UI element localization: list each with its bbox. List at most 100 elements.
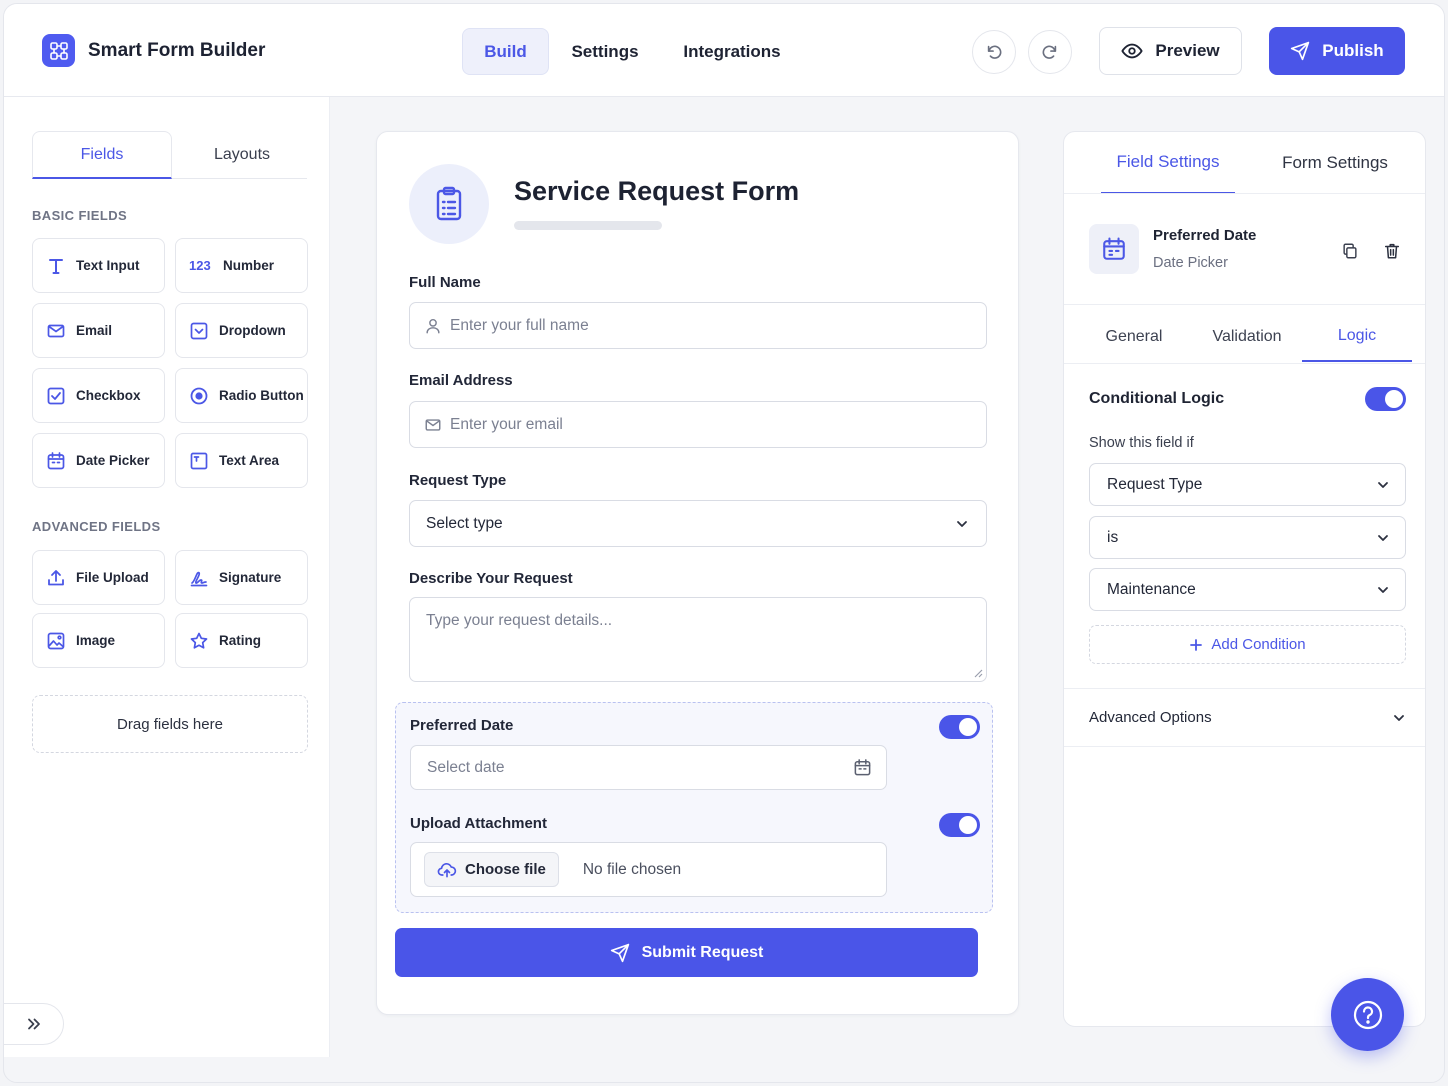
condition-operator-select[interactable]: is <box>1089 516 1406 559</box>
subtab-validation[interactable]: Validation <box>1197 312 1297 362</box>
radio-icon <box>190 387 208 404</box>
app-window: Smart Form Builder Build Settings Integr… <box>3 3 1445 1083</box>
subtab-general[interactable]: General <box>1089 312 1179 362</box>
upload-icon <box>48 569 64 585</box>
preferred-date-placeholder: Select date <box>427 758 505 776</box>
chevron-down-icon <box>957 520 967 527</box>
publish-button[interactable]: Publish <box>1269 27 1405 75</box>
expand-sidebar-button[interactable] <box>4 1003 64 1045</box>
textarea-icon <box>190 452 208 469</box>
field-label: Radio Button <box>219 388 304 403</box>
help-button[interactable] <box>1331 978 1404 1051</box>
field-label: Text Input <box>76 258 140 273</box>
tab-form-settings[interactable]: Form Settings <box>1267 132 1403 194</box>
publish-label: Publish <box>1322 41 1384 60</box>
field-file-upload[interactable]: File Upload <box>32 550 165 605</box>
field-image[interactable]: Image <box>32 613 165 668</box>
field-rating[interactable]: Rating <box>175 613 308 668</box>
chevron-down-icon <box>1378 481 1388 488</box>
condition-subtitle: Show this field if <box>1089 435 1194 451</box>
subtab-logic[interactable]: Logic <box>1302 312 1412 362</box>
full-name-input[interactable]: Enter your full name <box>409 302 987 349</box>
advanced-options-row[interactable]: Advanced Options <box>1064 688 1425 747</box>
form-canvas: Service Request Form Full Name Enter you… <box>376 131 1019 1015</box>
full-name-label: Full Name <box>409 274 481 291</box>
calendar-icon <box>1089 224 1139 274</box>
divider <box>1064 363 1425 364</box>
tab-fields[interactable]: Fields <box>32 131 172 179</box>
preferred-date-toggle[interactable] <box>939 715 980 739</box>
request-type-value: Select type <box>426 514 503 532</box>
selected-field-group[interactable]: Preferred Date Select date Upload Attach… <box>395 702 993 913</box>
field-text-input[interactable]: Text Input <box>32 238 165 293</box>
resize-handle-icon <box>974 669 983 678</box>
text-icon <box>49 258 63 274</box>
basic-fields-heading: BASIC FIELDS <box>32 208 128 223</box>
email-input[interactable]: Enter your email <box>409 401 987 448</box>
field-label: File Upload <box>76 570 149 585</box>
tab-field-settings[interactable]: Field Settings <box>1101 132 1235 194</box>
mail-icon <box>425 418 441 431</box>
field-date-picker[interactable]: Date Picker <box>32 433 165 488</box>
field-label: Email <box>76 323 113 338</box>
describe-label: Describe Your Request <box>409 570 573 587</box>
upload-attachment-toggle[interactable] <box>939 813 980 837</box>
dropdown-icon <box>190 322 208 339</box>
delete-button[interactable] <box>1381 240 1403 262</box>
condition-value-select[interactable]: Maintenance <box>1089 568 1406 611</box>
form-title[interactable]: Service Request Form <box>514 176 799 207</box>
duplicate-button[interactable] <box>1339 240 1361 262</box>
chevron-down-icon <box>1378 586 1388 593</box>
add-condition-label: Add Condition <box>1211 636 1306 653</box>
checkbox-icon <box>47 387 65 404</box>
app-title: Smart Form Builder <box>88 40 266 61</box>
field-signature[interactable]: Signature <box>175 550 308 605</box>
preview-label: Preview <box>1155 41 1220 60</box>
double-chevron-right-icon <box>27 1018 40 1030</box>
redo-icon <box>1042 45 1057 59</box>
field-text-area[interactable]: Text Area <box>175 433 308 488</box>
redo-button[interactable] <box>1028 30 1072 74</box>
drop-zone[interactable]: Drag fields here <box>32 695 308 753</box>
field-number[interactable]: 123 Number <box>175 238 308 293</box>
chevron-down-icon <box>1378 534 1388 541</box>
conditional-logic-title: Conditional Logic <box>1089 390 1225 407</box>
submit-request-button[interactable]: Submit Request <box>395 928 978 977</box>
calendar-icon <box>854 759 871 776</box>
undo-button[interactable] <box>972 30 1016 74</box>
divider <box>1064 304 1425 305</box>
selected-field-type: Date Picker <box>1153 255 1228 271</box>
condition-field-select[interactable]: Request Type <box>1089 463 1406 506</box>
field-email[interactable]: Email <box>32 303 165 358</box>
preferred-date-label: Preferred Date <box>410 717 514 734</box>
upload-attachment-label: Upload Attachment <box>410 815 547 832</box>
tab-integrations[interactable]: Integrations <box>672 28 792 75</box>
tab-build[interactable]: Build <box>462 28 549 75</box>
choose-file-button[interactable]: Choose file <box>424 852 559 887</box>
conditional-logic-toggle[interactable] <box>1365 387 1406 411</box>
tab-settings[interactable]: Settings <box>561 28 649 75</box>
palette-tabs: Fields Layouts <box>32 131 307 179</box>
file-status: No file chosen <box>582 860 682 878</box>
signature-icon <box>190 571 208 586</box>
describe-textarea[interactable]: Type your request details... <box>409 597 987 682</box>
preview-button[interactable]: Preview <box>1099 27 1242 75</box>
describe-placeholder: Type your request details... <box>426 612 613 629</box>
top-bar: Smart Form Builder Build Settings Integr… <box>4 4 1444 97</box>
image-icon <box>47 632 65 649</box>
calendar-icon <box>47 451 65 469</box>
tab-layouts[interactable]: Layouts <box>172 131 312 179</box>
preferred-date-input[interactable]: Select date <box>410 745 887 790</box>
field-label: Text Area <box>219 453 280 468</box>
help-icon <box>1353 1000 1382 1029</box>
field-dropdown[interactable]: Dropdown <box>175 303 308 358</box>
field-checkbox[interactable]: Checkbox <box>32 368 165 423</box>
settings-panel: Field Settings Form Settings Preferred D… <box>1063 131 1426 1027</box>
request-type-select[interactable]: Select type <box>409 500 987 547</box>
field-label: Signature <box>219 570 282 585</box>
clipboard-icon <box>409 164 489 244</box>
field-radio-button[interactable]: Radio Button <box>175 368 308 423</box>
add-condition-button[interactable]: Add Condition <box>1089 625 1406 664</box>
trash-icon <box>1384 243 1400 259</box>
submit-label: Submit Request <box>641 943 764 961</box>
